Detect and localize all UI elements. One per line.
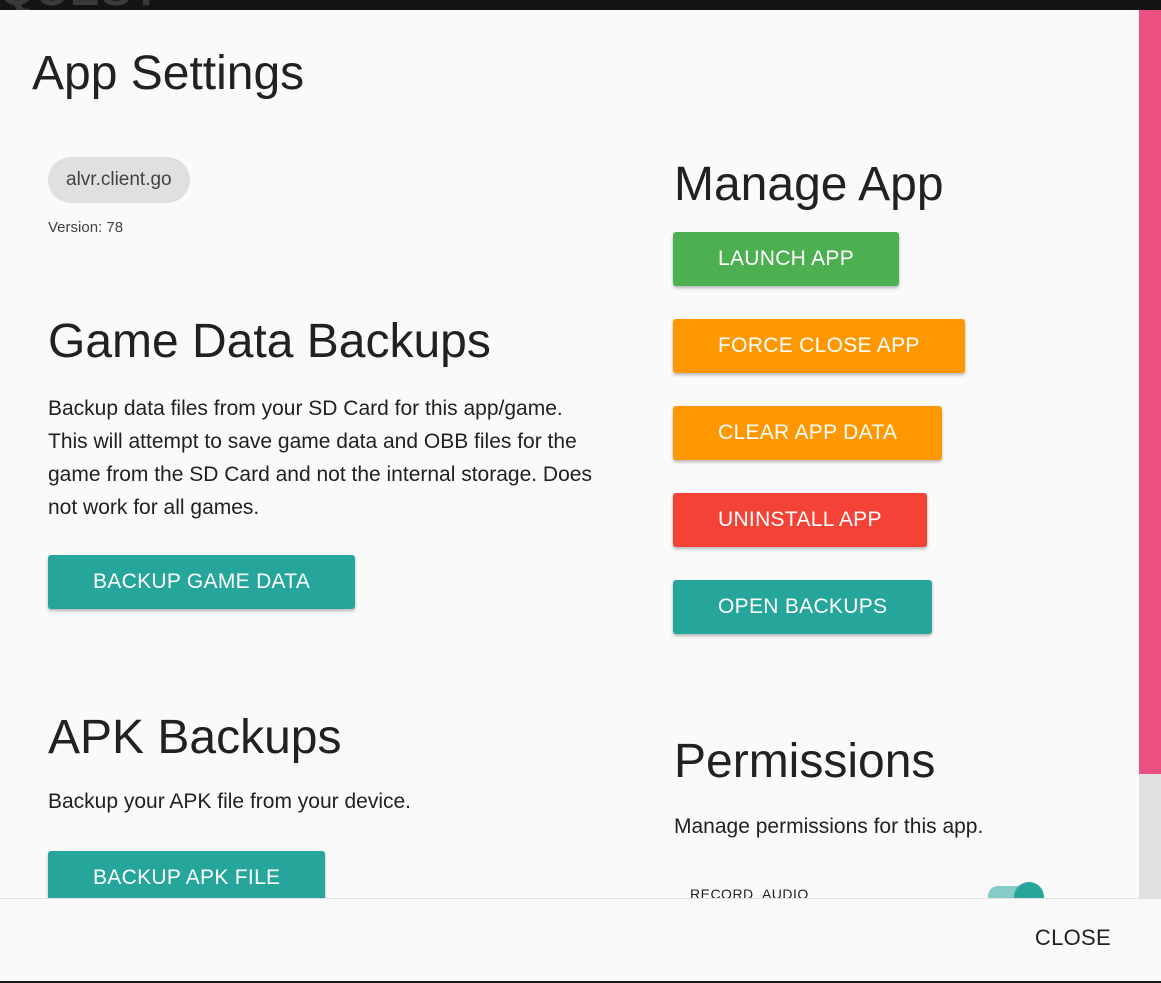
game-data-description-line: Backup data files from your SD Card for … <box>48 397 563 420</box>
permissions-description: Manage permissions for this app. <box>674 815 984 838</box>
dialog-footer: CLOSE <box>0 898 1161 981</box>
permissions-heading: Permissions <box>674 735 936 788</box>
force-close-app-button[interactable]: FORCE CLOSE APP <box>673 319 965 373</box>
open-backups-button[interactable]: OPEN BACKUPS <box>673 580 933 634</box>
manage-app-heading: Manage App <box>674 158 944 211</box>
backup-game-data-button[interactable]: BACKUP GAME DATA <box>48 555 356 609</box>
game-data-heading: Game Data Backups <box>48 315 491 368</box>
game-data-description: Backup data files from your SD Card for … <box>48 392 648 524</box>
apk-backups-heading: APK Backups <box>48 711 342 764</box>
scrollbar-thumb[interactable] <box>1139 10 1161 774</box>
dialog-content[interactable]: App Settings alvr.client.go Version: 78 … <box>0 10 1139 898</box>
apk-backups-description: Backup your APK file from your device. <box>48 790 411 813</box>
version-label: Version: 78 <box>48 219 124 236</box>
app-settings-dialog: App Settings alvr.client.go Version: 78 … <box>0 10 1161 981</box>
package-chip: alvr.client.go <box>48 157 190 203</box>
dialog-title: App Settings <box>32 47 305 100</box>
permission-label-record-audio: RECORD_AUDIO <box>690 886 809 898</box>
close-button[interactable]: CLOSE <box>1035 925 1111 951</box>
backup-apk-file-button[interactable]: BACKUP APK FILE <box>48 851 326 898</box>
permission-toggle-record-audio[interactable] <box>988 882 1046 898</box>
clear-app-data-button[interactable]: CLEAR APP DATA <box>673 406 943 460</box>
game-data-description-line: This will attempt to save game data and … <box>48 430 577 453</box>
launch-app-button[interactable]: LAUNCH APP <box>673 232 900 286</box>
game-data-description-line: not work for all games. <box>48 496 260 519</box>
background-ghost-text: QUEST <box>0 0 162 10</box>
toggle-knob[interactable] <box>1014 882 1044 898</box>
game-data-description-line: game from the SD Card and not the intern… <box>48 463 592 486</box>
uninstall-app-button[interactable]: UNINSTALL APP <box>673 493 927 547</box>
scrollbar-track[interactable] <box>1139 10 1161 898</box>
background-app: QUEST <box>0 0 1161 10</box>
